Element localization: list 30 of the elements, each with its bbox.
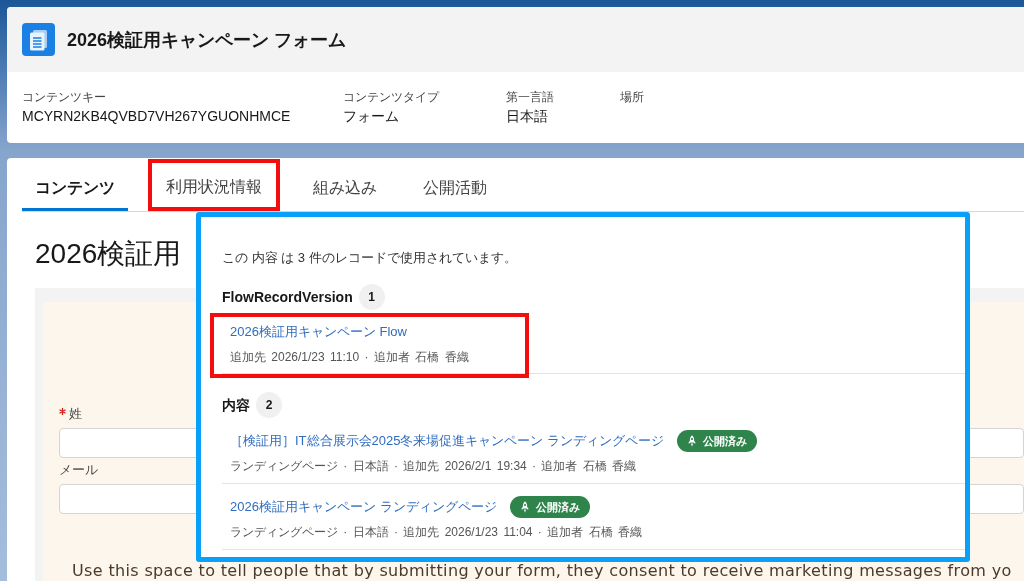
group-title: FlowRecordVersion [222,288,353,307]
record-link[interactable]: ［検証用］IT総合展示会2025冬来場促進キャンペーン ランディングページ [230,431,665,451]
record-count: 2 [256,392,282,418]
usage-summary: この 内容 は 3 件のレコードで使用されています。 [222,249,517,267]
record-link[interactable]: 2026検証用キャンペーン Flow [230,322,407,342]
tab[interactable]: 組み込み [300,169,390,211]
field-label: 場所 [620,89,644,106]
record-meta: ランディングページ · 日本語 · 追加先 2026/2/1 19:34 · 追加者 石橋 香織 [230,458,637,475]
record-meta: 追加先 2026/1/23 11:10 · 追加者 石橋 香織 [230,349,469,366]
field-value: MCYRN2KB4QVBD7VH267YGUONHMCE [22,107,291,126]
content-heading: 2026検証用 [35,237,182,271]
document-icon [22,23,55,56]
tab[interactable]: 利用状況情報 [148,159,280,211]
status-label: 公開済み [703,434,748,448]
tab[interactable]: コンテンツ [22,169,128,211]
record-meta: ランディングページ · 日本語 · 追加先 2026/1/23 11:04 · 追加者 石橋 香織 [230,524,642,541]
field-value: 日本語 [506,107,548,126]
form-field-label: 姓 [69,405,82,423]
record-link[interactable]: 2026検証用キャンペーン ランディングページ [230,497,497,517]
tab[interactable]: 公開活動 [410,169,500,211]
status-label: 公開済み [535,500,580,514]
field-label: コンテンツキー [22,89,106,106]
field-value: フォーム [343,107,399,126]
record-count: 1 [358,284,385,310]
record-title: 2026検証用キャンペーン フォーム [67,28,347,52]
consent-text: Use this space to tell people that by submitting your form, they consent to receive marketing messages from yo [72,563,1012,579]
group-title: 内容 [222,396,250,415]
form-field-label: メール [59,461,98,479]
field-label: 第一言語 [506,89,554,106]
field-label: コンテンツタイプ [343,89,439,106]
